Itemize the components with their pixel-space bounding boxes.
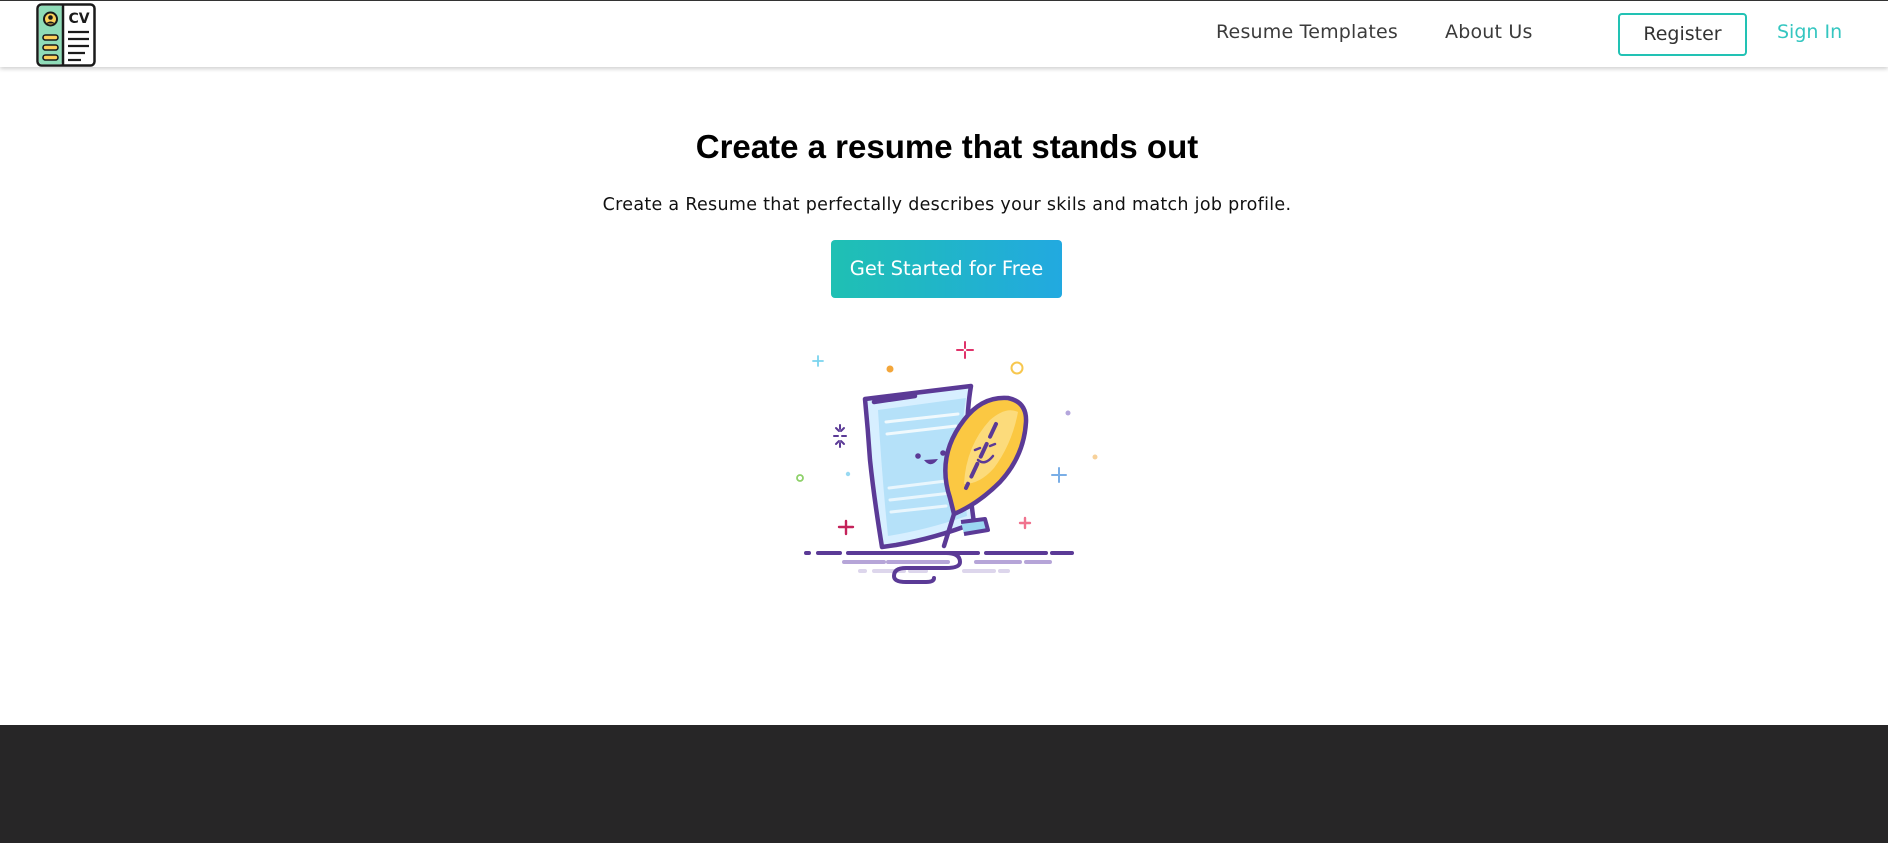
ground-lines [804,551,1074,584]
sign-in-link[interactable]: Sign In [1777,21,1842,43]
nav-about-us[interactable]: About Us [1445,21,1533,43]
document-and-quill-icon [796,341,1098,584]
hero-illustration [786,338,1102,594]
hero-subtitle: Create a Resume that perfectally describ… [602,195,1292,215]
hero-title: Create a resume that stands out [695,128,1199,165]
page-footer [0,725,1888,843]
cv-document-icon: CV [36,3,96,67]
top-navbar: CV Resume Templates About Us Register Si… [0,0,1888,67]
nav-resume-templates[interactable]: Resume Templates [1216,21,1398,43]
page: CV Resume Templates About Us Register Si… [0,0,1888,843]
get-started-button[interactable]: Get Started for Free [831,240,1062,298]
register-button[interactable]: Register [1618,13,1747,56]
logo-text: CV [68,11,89,27]
brand-logo[interactable]: CV [36,3,96,67]
